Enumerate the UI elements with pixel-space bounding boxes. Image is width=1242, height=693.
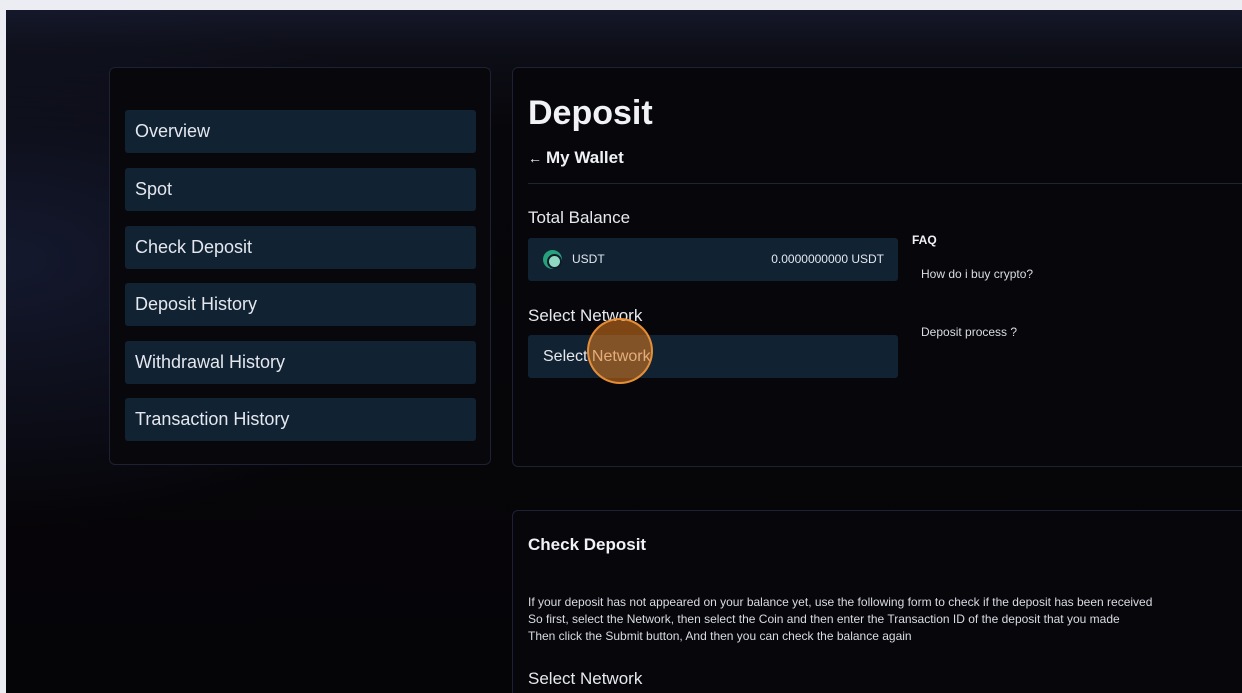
faq-item-deposit-process[interactable]: Deposit process ? (921, 325, 1017, 339)
sidebar-item-spot[interactable]: Spot (125, 168, 476, 211)
sidebar-item-check-deposit[interactable]: Check Deposit (125, 226, 476, 269)
balance-row: USDT 0.0000000000 USDT (528, 238, 898, 281)
back-arrow-icon: ← (528, 150, 542, 166)
check-deposit-instructions-line: If your deposit has not appeared on your… (528, 595, 1153, 609)
sidebar-item-transaction-history[interactable]: Transaction History (125, 398, 476, 441)
back-to-wallet-link[interactable]: ← My Wallet (528, 148, 624, 168)
usdt-coin-icon (543, 250, 562, 269)
check-deposit-instructions-line: Then click the Submit button, And then y… (528, 629, 912, 643)
back-link-label: My Wallet (546, 148, 624, 167)
network-select[interactable]: Select Network (528, 335, 898, 378)
faq-item-buy-crypto[interactable]: How do i buy crypto? (921, 267, 1033, 281)
sidebar-item-withdrawal-history[interactable]: Withdrawal History (125, 341, 476, 384)
app-viewport: Overview Spot Check Deposit Deposit Hist… (6, 10, 1242, 693)
deposit-panel: Deposit ← My Wallet Total Balance USDT 0.… (512, 67, 1242, 467)
check-deposit-panel: Check Deposit If your deposit has not ap… (512, 510, 1242, 693)
total-balance-label: Total Balance (528, 208, 631, 227)
header-divider (528, 183, 1242, 184)
select-network-label: Select Network (528, 306, 643, 325)
check-select-network-label: Select Network (528, 669, 643, 688)
sidebar-item-overview[interactable]: Overview (125, 110, 476, 153)
sidebar-item-deposit-history[interactable]: Deposit History (125, 283, 476, 326)
check-deposit-instructions-line: So first, select the Network, then selec… (528, 612, 1120, 626)
account-sidebar: Overview Spot Check Deposit Deposit Hist… (109, 67, 491, 465)
page-title: Deposit (528, 94, 653, 132)
check-deposit-title: Check Deposit (528, 535, 647, 554)
coin-balance: 0.0000000000 USDT (771, 252, 884, 266)
faq-title: FAQ (912, 233, 937, 247)
coin-name: USDT (572, 252, 605, 266)
